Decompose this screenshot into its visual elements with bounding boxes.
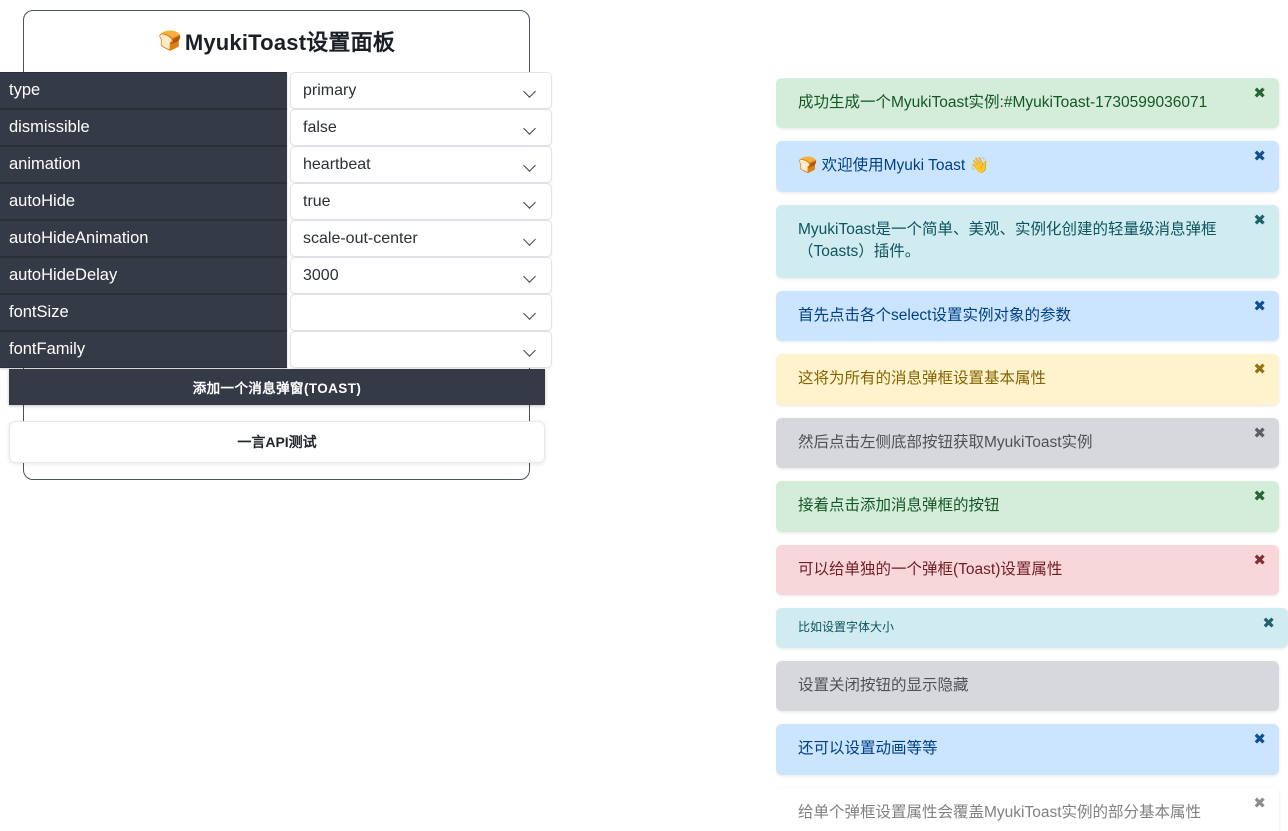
setting-row: animation heartbeat [0,146,552,183]
toast: 还可以设置动画等等 ✖ [776,724,1279,775]
setting-select-value: 3000 [303,266,339,284]
toast-message: 成功生成一个MyukiToast实例:#MyukiToast-173059903… [798,94,1208,111]
setting-select-animation[interactable]: heartbeat [290,146,552,183]
chevron-down-icon [525,272,536,283]
setting-row: fontSize [0,294,552,331]
setting-select-type[interactable]: primary [290,72,552,109]
close-icon[interactable]: ✖ [1253,732,1266,747]
setting-select-fontFamily[interactable] [290,331,552,368]
chevron-down-icon [525,161,536,172]
toast: 这将为所有的消息弹框设置基本属性 ✖ [776,354,1279,405]
setting-label-fontFamily: fontFamily [0,331,287,368]
chevron-down-icon [525,124,536,135]
setting-select-fontSize[interactable] [290,294,552,331]
toast-message: 🍞 欢迎使用Myuki Toast 👋 [798,157,989,175]
chevron-down-icon [525,309,536,320]
close-icon[interactable]: ✖ [1253,149,1266,164]
setting-row: autoHide true [0,183,552,220]
page-title-text: MyukiToast设置面板 [184,30,396,55]
setting-label-autoHideAnimation: autoHideAnimation [0,220,287,257]
close-icon[interactable]: ✖ [1262,616,1275,631]
toast-message: 这将为所有的消息弹框设置基本属性 [798,370,1047,388]
setting-label-type: type [0,72,287,109]
add-toast-button[interactable]: 添加一个消息弹窗(TOAST) [9,369,545,405]
toast-message: 然后点击左侧底部按钮获取MyukiToast实例 [798,433,1093,451]
close-icon[interactable]: ✖ [1253,362,1266,377]
close-icon[interactable]: ✖ [1253,553,1266,568]
toast: 给单个弹框设置属性会覆盖MyukiToast实例的部分基本属性 ✖ [776,787,1279,831]
toast-message: MyukiToast是一个简单、美观、实例化创建的轻量级消息弹框（Toasts）… [798,220,1217,261]
setting-label-autoHideDelay: autoHideDelay [0,257,287,294]
toast: 设置关闭按钮的显示隐藏 [776,660,1279,712]
setting-label-dismissible: dismissible [0,109,287,146]
setting-select-dismissible[interactable]: false [290,109,552,146]
settings-row-list: type primary dismissible false animation hear… [0,72,552,368]
setting-select-value: heartbeat [303,155,371,173]
setting-select-value: scale-out-center [303,229,418,247]
setting-row: dismissible false [0,109,552,146]
setting-row: autoHideAnimation scale-out-center [0,220,552,257]
toast-message: 比如设置字体大小 [798,620,895,635]
toast-message: 给单个弹框设置属性会覆盖MyukiToast实例的部分基本属性 [798,803,1202,821]
setting-select-value: false [303,118,337,136]
chevron-down-icon [525,346,536,357]
toast-message: 还可以设置动画等等 [798,740,938,758]
chevron-down-icon [525,87,536,98]
toast-message: 首先点击各个select设置实例对象的参数 [798,306,1071,324]
toast: 接着点击添加消息弹框的按钮 ✖ [776,481,1279,532]
settings-panel: 🍞 MyukiToast设置面板 type primary dismissible f… [0,0,560,500]
setting-select-value: primary [303,81,357,99]
setting-select-autoHideDelay[interactable]: 3000 [290,257,552,294]
setting-row: type primary [0,72,552,109]
toast: 比如设置字体大小 ✖ [776,608,1288,648]
setting-label-animation: animation [0,146,287,183]
close-icon[interactable]: ✖ [1253,426,1266,441]
toast: 🍞 欢迎使用Myuki Toast 👋 ✖ [776,141,1279,192]
api-test-button[interactable]: 一言API测试 [9,421,545,463]
chevron-down-icon [525,235,536,246]
setting-row: fontFamily [0,331,552,368]
close-icon[interactable]: ✖ [1253,213,1266,228]
toast: 然后点击左侧底部按钮获取MyukiToast实例 ✖ [776,417,1279,469]
toast: 成功生成一个MyukiToast实例:#MyukiToast-173059903… [776,78,1279,129]
toast-machine-icon: 🍞 [157,30,182,52]
close-icon[interactable]: ✖ [1253,489,1266,504]
toast-message: 可以给单独的一个弹框(Toast)设置属性 [798,560,1063,578]
setting-select-autoHide[interactable]: true [290,183,552,220]
setting-select-autoHideAnimation[interactable]: scale-out-center [290,220,552,257]
setting-row: autoHideDelay 3000 [0,257,552,294]
toast: 可以给单独的一个弹框(Toast)设置属性 ✖ [776,544,1279,596]
toast: MyukiToast是一个简单、美观、实例化创建的轻量级消息弹框（Toasts）… [776,204,1279,278]
setting-select-value: true [303,192,331,210]
toast-message: 设置关闭按钮的显示隐藏 [798,676,969,694]
close-icon[interactable]: ✖ [1253,299,1266,314]
toast: 首先点击各个select设置实例对象的参数 ✖ [776,290,1279,342]
setting-label-fontSize: fontSize [0,294,287,331]
close-icon[interactable]: ✖ [1253,796,1266,811]
setting-label-autoHide: autoHide [0,183,287,220]
toast-message: 接着点击添加消息弹框的按钮 [798,497,1000,515]
chevron-down-icon [525,198,536,209]
toast-container: 成功生成一个MyukiToast实例:#MyukiToast-173059903… [776,78,1288,831]
page-title: 🍞 MyukiToast设置面板 [23,10,530,72]
close-icon[interactable]: ✖ [1253,86,1266,101]
